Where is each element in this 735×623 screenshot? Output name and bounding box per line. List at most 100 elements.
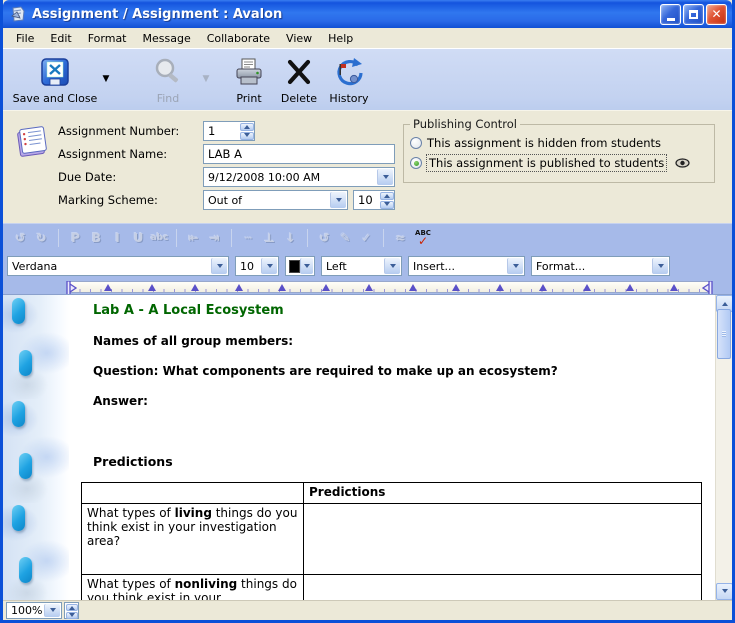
assignment-number-spinner[interactable]: 1 [203,121,255,141]
close-button[interactable]: ✕ [706,4,727,25]
right-indent-marker[interactable] [702,281,713,295]
font-color-dropdown[interactable] [285,256,315,276]
radio-hidden[interactable] [410,137,422,149]
published-option-row[interactable]: This assignment is published to students [410,153,708,173]
tab-stop-marker[interactable] [670,284,678,291]
spin-up-button[interactable] [380,192,394,200]
zoom-dropdown[interactable]: 100% [6,602,62,619]
tab-stop-marker[interactable] [452,284,460,291]
scrollbar-thumb[interactable] [717,309,731,359]
accept-icon[interactable]: ✓ [357,229,376,248]
menu-edit[interactable]: Edit [42,30,79,47]
delete-button[interactable]: Delete [275,52,323,110]
insert-dropdown[interactable]: Insert... [408,256,525,276]
find-dropdown-arrow: ▼ [199,74,213,110]
tab-stop-marker[interactable] [235,284,243,291]
tab-stop-marker[interactable] [539,284,547,291]
dropdown-button[interactable] [330,192,346,208]
dropdown-button[interactable] [652,258,668,274]
assignment-name-input[interactable]: LAB A [203,144,395,164]
italic-icon[interactable]: I [108,229,127,248]
tab-stop-marker[interactable] [148,284,156,291]
menu-collaborate[interactable]: Collaborate [199,30,278,47]
tab-stop-marker[interactable] [409,284,417,291]
assignment-number-value[interactable]: 1 [204,122,239,140]
move-down-icon[interactable]: ↓ [281,229,300,248]
document-content[interactable]: Lab A - A Local Ecosystem Names of all g… [81,295,708,600]
paragraph-icon[interactable]: P [66,229,85,248]
points-spinner[interactable]: 10 [353,190,395,210]
publishing-control-legend: Publishing Control [410,117,520,131]
spin-up-button[interactable] [66,604,78,611]
history-button[interactable]: History [323,52,375,110]
dropdown-button[interactable] [300,258,313,274]
hidden-option-label[interactable]: This assignment is hidden from students [427,136,661,150]
spin-down-button[interactable] [240,132,254,140]
menu-help[interactable]: Help [320,30,361,47]
dropdown-button[interactable] [261,258,277,274]
save-and-close-button[interactable]: Save and Close [11,52,99,110]
tab-stop-marker[interactable] [365,284,373,291]
points-value[interactable]: 10 [354,191,379,209]
question-cell[interactable]: What types of living things do you think… [82,504,304,575]
tab-stop-marker[interactable] [278,284,286,291]
vertical-scrollbar[interactable] [715,295,732,600]
pencil-icon[interactable]: ✎ [336,229,355,248]
menu-view[interactable]: View [278,30,320,47]
arrow-up-icon [244,122,250,129]
zoom-spinner[interactable] [64,602,79,619]
insert-rule-icon[interactable]: ┄ [239,229,258,248]
save-dropdown-arrow[interactable]: ▼ [99,74,113,110]
dropdown-button[interactable] [211,258,227,274]
bold-icon[interactable]: B [87,229,106,248]
baseline-icon[interactable]: ⊥ [260,229,279,248]
signature-icon[interactable]: ≈ [391,229,410,248]
redo-icon[interactable]: ↻ [32,229,51,248]
question-cell[interactable]: What types of nonliving things do you th… [82,575,304,601]
tab-stop-marker[interactable] [322,284,330,291]
indent-increase-icon[interactable]: ⇥ [205,229,224,248]
tab-stop-marker[interactable] [104,284,112,291]
menu-format[interactable]: Format [80,30,135,47]
tab-stop-marker[interactable] [496,284,504,291]
answer-cell[interactable] [304,575,702,601]
answer-cell[interactable] [304,504,702,575]
document-editor[interactable]: Lab A - A Local Ecosystem Names of all g… [3,294,732,600]
menu-file[interactable]: File [8,30,42,47]
spin-up-button[interactable] [240,123,254,131]
spin-down-button[interactable] [380,201,394,209]
tab-stop-marker[interactable] [191,284,199,291]
spinner-buttons [379,191,394,209]
tab-stop-marker[interactable] [583,284,591,291]
print-button[interactable]: Print [227,52,271,110]
dropdown-button[interactable] [377,169,393,185]
format-dropdown[interactable]: Format... [531,256,670,276]
left-indent-marker[interactable] [66,281,77,295]
dropdown-button[interactable] [507,258,523,274]
underline-icon[interactable]: U [129,229,148,248]
maximize-button[interactable] [683,4,704,25]
undo-icon[interactable]: ↺ [11,229,30,248]
tab-stop-marker[interactable] [626,284,634,291]
radio-published[interactable] [410,157,422,169]
published-option-label[interactable]: This assignment is published to students [427,155,666,171]
ruler[interactable] [69,281,710,293]
font-size-dropdown[interactable]: 10 [235,256,279,276]
marking-scheme-dropdown[interactable]: Out of [203,190,348,210]
indent-decrease-icon[interactable]: ⇤ [184,229,203,248]
rotate-icon[interactable]: ↺ [315,229,334,248]
spin-down-button[interactable] [66,612,78,619]
menu-message[interactable]: Message [135,30,199,47]
strikethrough-icon[interactable]: abc [150,229,169,248]
minimize-button[interactable] [660,4,681,25]
toolbar-separator [307,229,308,247]
font-family-dropdown[interactable]: Verdana [7,256,229,276]
dropdown-button[interactable] [44,604,60,617]
spellcheck-icon[interactable]: ABC✓ [412,227,434,249]
dropdown-button[interactable] [384,258,400,274]
find-button[interactable]: Find [137,52,199,110]
due-date-dropdown[interactable]: 9/12/2008 10:00 AM [203,167,395,187]
alignment-dropdown[interactable]: Left [321,256,402,276]
scroll-down-button[interactable] [716,583,732,600]
hidden-option-row[interactable]: This assignment is hidden from students [410,133,708,153]
